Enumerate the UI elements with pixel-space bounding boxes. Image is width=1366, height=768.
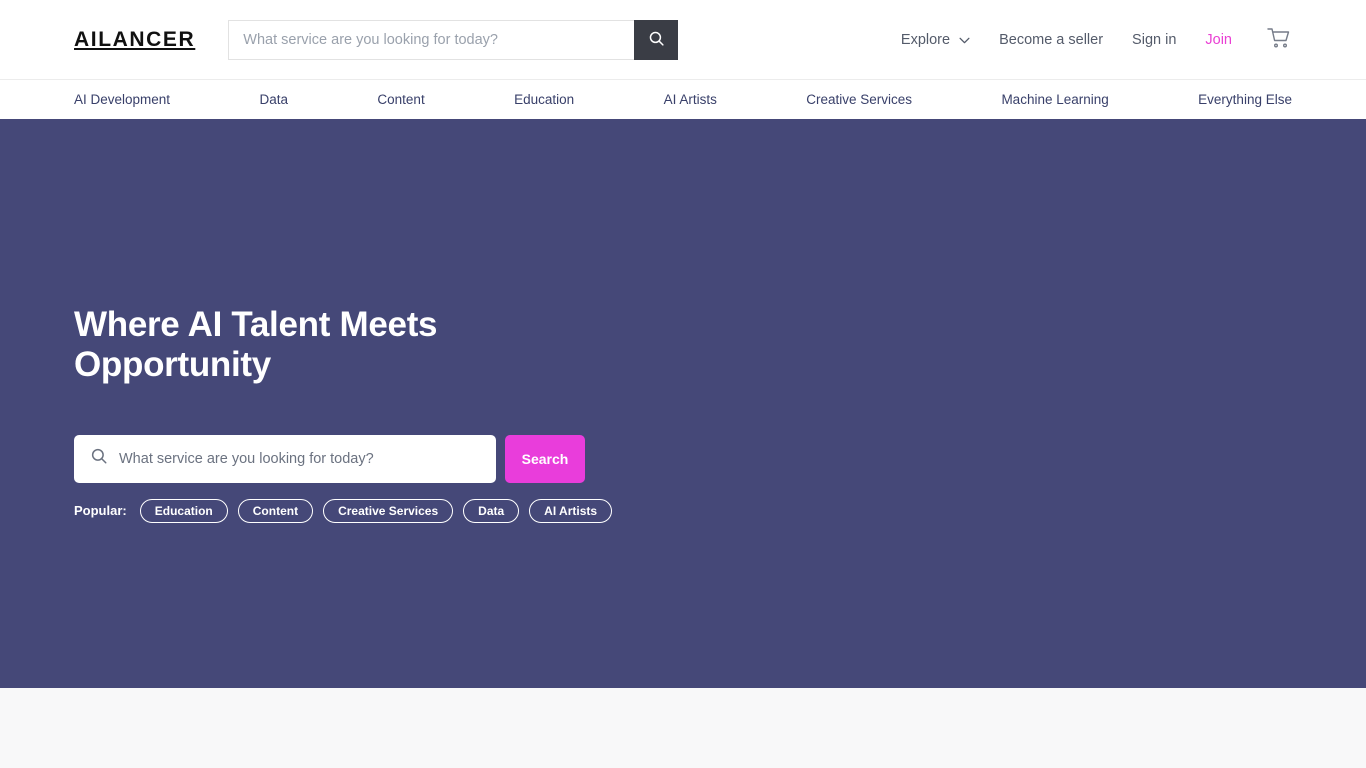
hero-content: Where AI Talent Meets Opportunity Search…	[74, 305, 714, 523]
nav-sign-in[interactable]: Sign in	[1132, 32, 1176, 48]
header-search-input[interactable]	[228, 19, 635, 60]
category-content[interactable]: Content	[377, 92, 424, 107]
hero-search-button[interactable]: Search	[505, 434, 585, 483]
nav-explore[interactable]: Explore	[901, 32, 970, 48]
nav-become-a-seller[interactable]: Become a seller	[999, 32, 1103, 48]
hero-section: Where AI Talent Meets Opportunity Search…	[0, 119, 1366, 688]
header-search-button[interactable]	[634, 19, 679, 60]
popular-tag-data[interactable]: Data	[463, 498, 520, 523]
category-nav: AI Development Data Content Education AI…	[0, 80, 1366, 119]
chevron-down-icon	[959, 32, 970, 48]
category-ai-development[interactable]: AI Development	[74, 92, 170, 107]
category-data[interactable]: Data	[259, 92, 288, 107]
popular-tags: Popular: Education Content Creative Serv…	[74, 498, 714, 523]
shopping-cart-icon	[1266, 26, 1292, 53]
popular-tag-content[interactable]: Content	[237, 498, 314, 523]
popular-tag-education[interactable]: Education	[139, 498, 228, 523]
nav-explore-label: Explore	[900, 31, 951, 48]
hero-search-input[interactable]	[119, 450, 480, 467]
category-education[interactable]: Education	[514, 92, 574, 107]
popular-tag-ai-artists[interactable]: AI Artists	[529, 498, 613, 523]
below-hero-section	[0, 688, 1366, 768]
category-machine-learning[interactable]: Machine Learning	[1001, 92, 1108, 107]
nav-join[interactable]: Join	[1205, 32, 1232, 48]
search-icon	[648, 30, 665, 50]
site-logo[interactable]: AILANCER	[74, 29, 195, 50]
category-ai-artists[interactable]: AI Artists	[664, 92, 717, 107]
category-creative-services[interactable]: Creative Services	[806, 92, 912, 107]
popular-label: Popular:	[74, 503, 127, 518]
cart-button[interactable]	[1266, 26, 1292, 53]
header-nav: Explore Become a seller Sign in Join	[901, 26, 1292, 53]
header-search	[228, 19, 679, 60]
hero-search-box	[74, 434, 496, 483]
hero-search: Search	[74, 434, 714, 483]
category-everything-else[interactable]: Everything Else	[1198, 92, 1292, 107]
popular-tag-creative-services[interactable]: Creative Services	[323, 498, 454, 523]
hero-title: Where AI Talent Meets Opportunity	[74, 305, 438, 385]
site-header: AILANCER Explore Become a seller Sign in…	[0, 0, 1366, 80]
search-icon	[90, 447, 108, 470]
